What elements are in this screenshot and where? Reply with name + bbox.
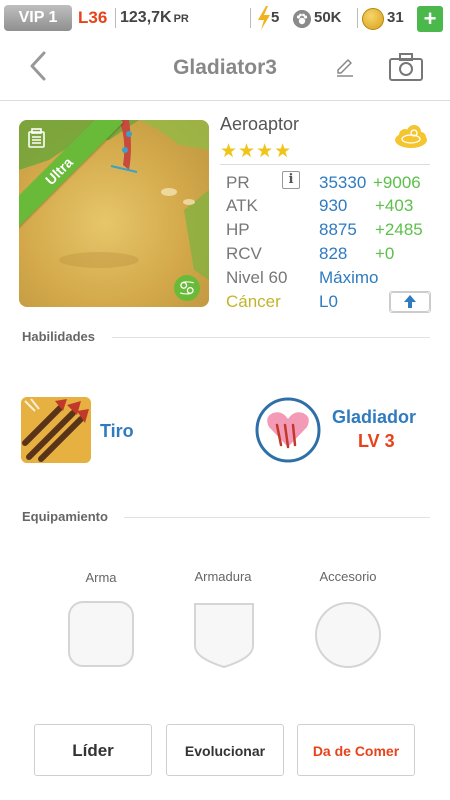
stat-label: Nivel 60 [226,268,288,287]
divider [220,164,430,165]
stat-bonus: +403 [375,196,414,215]
divider [115,8,116,28]
section-title-equipment: Equipamiento [22,509,108,524]
stat-label: PR [226,173,250,192]
pet-name: Aeroaptor [220,114,300,134]
info-icon[interactable]: i [282,171,300,189]
stat-label: RCV [226,244,262,263]
stat-label: Cáncer [226,292,281,311]
leader-button[interactable]: Líder [34,724,152,776]
upgrade-arrow-button[interactable] [389,291,431,313]
player-level: L36 [78,8,108,27]
stat-label: ATK [226,196,258,215]
pencil-icon[interactable] [334,56,356,78]
stat-bonus: +0 [375,244,395,263]
stat-label: HP [226,220,250,239]
camera-icon[interactable] [388,52,424,82]
arrows-skill-icon[interactable] [21,397,91,463]
skill-name-tiro[interactable]: Tiro [100,421,134,442]
skill-name-gladiador[interactable]: Gladiador [332,407,416,428]
divider [112,337,430,338]
stat-value: L0 [319,292,338,311]
cancer-zodiac-icon: ♋ [174,275,200,301]
energy-count: 5 [271,9,280,26]
vip-badge[interactable]: VIP 1 [4,5,72,31]
paw-icon [293,10,311,28]
status-bar: VIP 1 L36 123,7K PR 5 50K 31 + [0,0,450,36]
stat-value: 828 [319,244,348,263]
section-title-skills: Habilidades [22,329,95,344]
stat-value: 35330 [319,173,367,192]
page-header: Gladiator3 [0,36,450,101]
coin-count: 31 [387,9,404,26]
feed-button[interactable]: Da de Comer [297,724,415,776]
weapon-slot[interactable] [67,600,135,668]
pet-card-image: Ultra ♋ [19,120,209,307]
evolve-button[interactable]: Evolucionar [166,724,284,776]
stat-bonus: +9006 [373,173,421,192]
page-title: Gladiator3 [173,56,277,79]
stat-value: 930 [319,196,348,215]
add-currency-button[interactable]: + [417,6,443,32]
heart-claw-skill-icon[interactable] [255,397,321,463]
cloud-element-icon [395,125,427,148]
coin-icon [362,8,384,30]
skill-level: LV 3 [358,431,395,451]
divider [124,517,430,518]
equip-label-accessory: Accesorio [319,569,377,584]
power-unit: PR [173,13,189,25]
stat-bonus: +2485 [375,220,423,239]
equip-label-weapon: Arma [85,570,117,585]
paw-count: 50K [314,9,342,26]
equip-label-armor: Armadura [194,569,252,584]
power-rating: 123,7K PR [120,5,189,31]
power-value: 123,7K [120,9,172,26]
stat-value: 8875 [319,220,357,239]
document-icon[interactable] [27,128,47,148]
accessory-slot[interactable] [313,600,383,670]
divider [250,8,251,28]
lightning-icon [258,6,270,30]
star-rating: ★★★★ [220,140,293,162]
stat-value: Máximo [319,268,379,287]
divider [357,8,358,28]
armor-slot[interactable] [191,600,257,670]
